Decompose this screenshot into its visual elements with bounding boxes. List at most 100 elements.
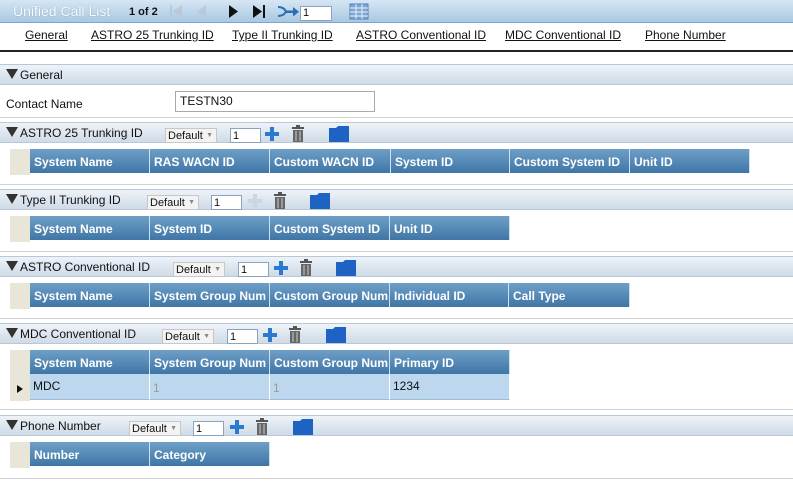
collapse-triangle-icon[interactable] bbox=[6, 328, 18, 338]
nav-link-type2[interactable]: Type II Trunking ID bbox=[232, 28, 333, 42]
dropdown-value: Default bbox=[165, 331, 200, 343]
column-header[interactable]: Primary ID bbox=[390, 350, 510, 374]
column-header[interactable]: Custom System ID bbox=[270, 216, 390, 240]
grid-view-icon[interactable] bbox=[349, 3, 369, 20]
delete-trash-icon[interactable] bbox=[290, 125, 306, 143]
goto-page-icon[interactable] bbox=[276, 3, 300, 20]
column-header[interactable]: Call Type bbox=[509, 283, 630, 307]
grid-row-header bbox=[10, 216, 30, 242]
column-header[interactable]: System ID bbox=[391, 149, 510, 173]
current-row-arrow-icon bbox=[17, 385, 23, 393]
column-header[interactable]: RAS WACN ID bbox=[150, 149, 270, 173]
folder-icon[interactable] bbox=[309, 191, 331, 210]
dropdown-value: Default bbox=[150, 197, 185, 209]
add-icon[interactable] bbox=[247, 193, 263, 209]
last-page-icon[interactable] bbox=[251, 3, 267, 20]
add-icon[interactable] bbox=[264, 126, 280, 142]
contact-name-input[interactable]: TESTN30 bbox=[175, 91, 375, 112]
nav-link-astro-conventional[interactable]: ASTRO Conventional ID bbox=[356, 28, 486, 42]
section-title: ASTRO 25 Trunking ID bbox=[20, 126, 143, 140]
table-row[interactable]: MDC 1 1 1234 bbox=[30, 374, 510, 400]
phone-count-input[interactable]: 1 bbox=[193, 421, 224, 436]
collapse-triangle-icon[interactable] bbox=[6, 194, 18, 204]
column-header[interactable]: Custom WACN ID bbox=[270, 149, 391, 173]
column-header[interactable]: Custom Group Num bbox=[270, 283, 390, 307]
delete-trash-icon[interactable] bbox=[298, 259, 314, 277]
astro25-section-body: System Name RAS WACN ID Custom WACN ID S… bbox=[0, 144, 793, 185]
column-header[interactable]: Unit ID bbox=[390, 216, 510, 240]
collapse-triangle-icon[interactable] bbox=[6, 420, 18, 430]
delete-trash-icon[interactable] bbox=[254, 418, 270, 436]
mdc-conventional-section-header[interactable]: MDC Conventional ID Default ▼ 1 bbox=[0, 323, 793, 344]
column-header[interactable]: Category bbox=[150, 442, 270, 466]
section-nav: General ASTRO 25 Trunking ID Type II Tru… bbox=[0, 23, 793, 52]
column-header[interactable]: System Group Num bbox=[150, 350, 270, 374]
grid-row-header bbox=[10, 350, 30, 401]
astro25-section-header[interactable]: ASTRO 25 Trunking ID Default ▼ 1 bbox=[0, 122, 793, 143]
column-header[interactable]: System Name bbox=[30, 216, 150, 240]
folder-icon[interactable] bbox=[292, 417, 314, 436]
table-cell[interactable]: 1 bbox=[270, 374, 390, 400]
astro-conventional-section-body: System Name System Group Num Custom Grou… bbox=[0, 278, 793, 319]
phone-type-dropdown[interactable]: Default ▼ bbox=[129, 421, 181, 436]
add-icon[interactable] bbox=[229, 419, 245, 435]
mdc-type-dropdown[interactable]: Default ▼ bbox=[162, 329, 214, 344]
column-header[interactable]: System Group Num bbox=[150, 283, 270, 307]
chevron-down-icon: ▼ bbox=[203, 333, 210, 340]
table-cell[interactable]: MDC bbox=[30, 374, 150, 400]
type2-type-dropdown[interactable]: Default ▼ bbox=[147, 195, 199, 210]
column-header[interactable]: System Name bbox=[30, 350, 150, 374]
nav-link-general[interactable]: General bbox=[25, 28, 68, 42]
delete-trash-icon[interactable] bbox=[272, 192, 288, 210]
type2-count-input[interactable]: 1 bbox=[211, 195, 242, 210]
page-number-input[interactable]: 1 bbox=[300, 6, 332, 21]
section-title: Phone Number bbox=[20, 419, 101, 433]
type2-grid: System Name System ID Custom System ID U… bbox=[10, 216, 510, 242]
previous-page-icon[interactable] bbox=[194, 3, 210, 20]
type2-section-header[interactable]: Type II Trunking ID Default ▼ 1 bbox=[0, 189, 793, 210]
column-header[interactable]: System Name bbox=[30, 283, 150, 307]
astro-conventional-section-header[interactable]: ASTRO Conventional ID Default ▼ 1 bbox=[0, 256, 793, 277]
column-header[interactable]: Number bbox=[30, 442, 150, 466]
grid-header: System Name RAS WACN ID Custom WACN ID S… bbox=[30, 149, 750, 173]
window-title: Unified Call List bbox=[13, 3, 111, 19]
nav-link-phone-number[interactable]: Phone Number bbox=[645, 28, 726, 42]
collapse-triangle-icon[interactable] bbox=[6, 127, 18, 137]
grid-row-header bbox=[10, 283, 30, 309]
astro-conventional-type-dropdown[interactable]: Default ▼ bbox=[173, 262, 225, 277]
collapse-triangle-icon[interactable] bbox=[6, 261, 18, 271]
column-header[interactable]: Unit ID bbox=[630, 149, 750, 173]
folder-icon[interactable] bbox=[335, 258, 357, 277]
column-header[interactable]: System ID bbox=[150, 216, 270, 240]
section-title: Type II Trunking ID bbox=[20, 193, 121, 207]
astro25-type-dropdown[interactable]: Default ▼ bbox=[165, 128, 217, 143]
delete-trash-icon[interactable] bbox=[287, 326, 303, 344]
mdc-grid: System Name System Group Num Custom Grou… bbox=[10, 350, 510, 401]
type2-section-body: System Name System ID Custom System ID U… bbox=[0, 211, 793, 252]
general-section-header[interactable]: General bbox=[0, 64, 793, 85]
column-header[interactable]: System Name bbox=[30, 149, 150, 173]
grid-header: System Name System Group Num Custom Grou… bbox=[30, 283, 630, 307]
folder-icon[interactable] bbox=[325, 325, 347, 344]
page-indicator: 1 of 2 bbox=[129, 6, 158, 18]
column-header[interactable]: Individual ID bbox=[390, 283, 509, 307]
astro-conventional-count-input[interactable]: 1 bbox=[238, 262, 269, 277]
grid-row-header bbox=[10, 442, 30, 468]
mdc-count-input[interactable]: 1 bbox=[227, 329, 258, 344]
column-header[interactable]: Custom Group Num bbox=[270, 350, 390, 374]
folder-icon[interactable] bbox=[328, 124, 350, 143]
phone-number-section-header[interactable]: Phone Number Default ▼ 1 bbox=[0, 415, 793, 436]
nav-link-mdc-conventional[interactable]: MDC Conventional ID bbox=[505, 28, 621, 42]
table-cell[interactable]: 1234 bbox=[390, 374, 510, 400]
column-header[interactable]: Custom System ID bbox=[510, 149, 630, 173]
nav-link-astro25[interactable]: ASTRO 25 Trunking ID bbox=[91, 28, 214, 42]
next-page-icon[interactable] bbox=[226, 3, 242, 20]
astro25-count-input[interactable]: 1 bbox=[230, 128, 261, 143]
table-cell[interactable]: 1 bbox=[150, 374, 270, 400]
add-icon[interactable] bbox=[262, 327, 278, 343]
contact-name-label: Contact Name bbox=[6, 97, 83, 111]
section-title: MDC Conventional ID bbox=[20, 327, 137, 341]
collapse-triangle-icon[interactable] bbox=[6, 69, 18, 79]
first-page-icon[interactable] bbox=[168, 3, 184, 20]
add-icon[interactable] bbox=[273, 260, 289, 276]
